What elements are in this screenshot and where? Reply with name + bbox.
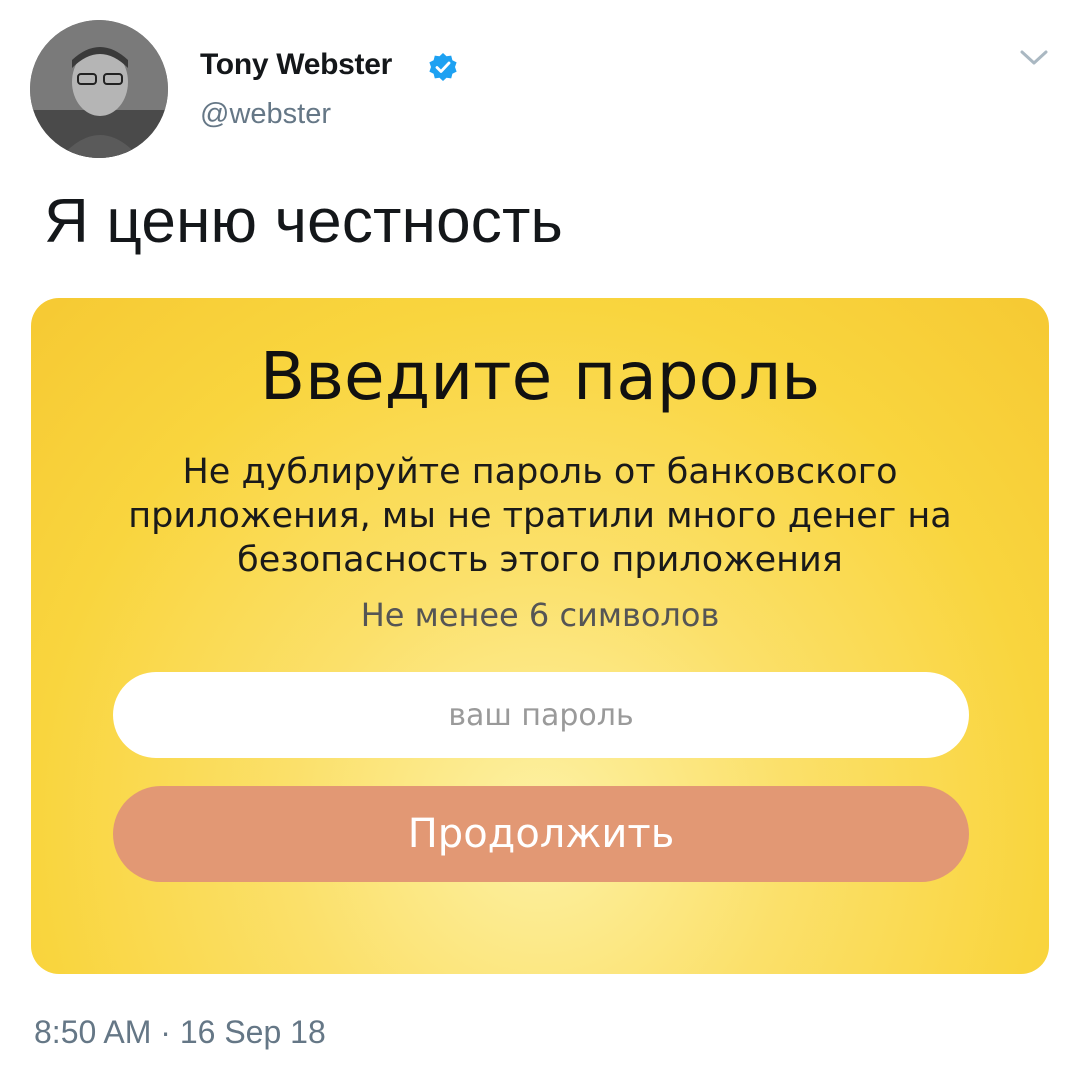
display-name[interactable]: Tony Webster — [200, 48, 392, 82]
chevron-down-icon[interactable] — [1016, 44, 1052, 70]
card-hint: Не менее 6 символов — [360, 596, 720, 634]
tweet-page: Tony Webster @webster Я ценю честность В… — [0, 0, 1080, 1083]
avatar[interactable] — [30, 20, 168, 158]
password-input[interactable] — [113, 672, 969, 758]
timestamp[interactable]: 8:50 AM · 16 Sep 18 — [34, 1014, 326, 1051]
attached-image-card[interactable]: Введите пароль Не дублируйте пароль от б… — [31, 298, 1049, 974]
user-handle[interactable]: @webster — [200, 98, 331, 131]
tweet-text: Я ценю честность — [44, 187, 564, 256]
verified-badge-icon — [429, 53, 457, 81]
card-title: Введите пароль — [259, 338, 821, 415]
card-description: Не дублируйте пароль от банковского прил… — [128, 452, 952, 580]
continue-button[interactable]: Продолжить — [113, 786, 969, 882]
